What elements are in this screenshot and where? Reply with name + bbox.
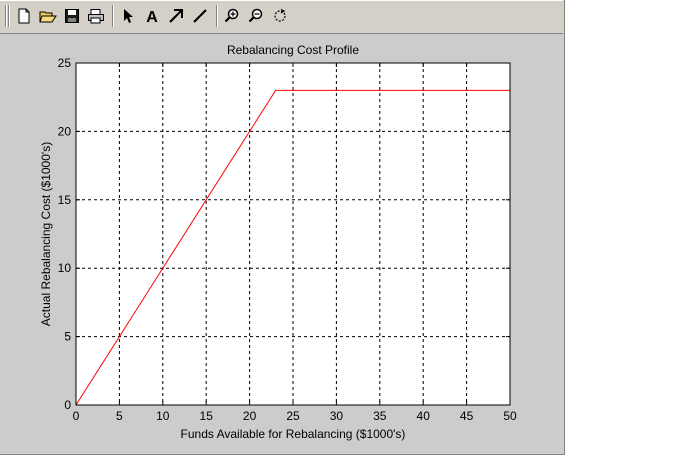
y-tick-label: 10 (58, 261, 72, 275)
figure-canvas: 0 5 10 15 20 25 30 35 40 45 50 0 5 10 15 20 25 Rebalanci… (0, 34, 563, 453)
x-tick-label: 25 (286, 409, 300, 423)
x-tick-label: 35 (373, 409, 387, 423)
rebalancing-cost-chart[interactable]: 0 5 10 15 20 25 30 35 40 45 50 0 5 10 15 20 25 Rebalanci… (0, 34, 563, 453)
open-folder-icon (39, 11, 57, 23)
insert-arrow-icon (169, 9, 183, 23)
open-file-button[interactable] (37, 5, 59, 27)
svg-text:A: A (146, 9, 158, 25)
figure-window: A 0 5 10 15 20 25 30 35 40 45 50 0 5 10 … (0, 0, 565, 455)
rotate-icon (274, 8, 286, 22)
save-button[interactable] (61, 5, 83, 27)
figure-toolbar: A (0, 0, 563, 34)
rotate-button[interactable] (269, 5, 291, 27)
toolbar-grip[interactable] (5, 5, 6, 27)
y-tick-label: 20 (58, 124, 72, 138)
pointer-icon (124, 9, 133, 23)
new-file-button[interactable] (13, 5, 35, 27)
x-tick-label: 45 (460, 409, 474, 423)
zoom-out-button[interactable] (245, 5, 267, 27)
x-tick-label: 10 (156, 409, 170, 423)
y-tick-label: 0 (64, 398, 71, 412)
toolbar-grip[interactable] (8, 5, 9, 27)
toolbar-separator (112, 5, 113, 27)
new-file-icon (18, 8, 30, 24)
chart-title: Rebalancing Cost Profile (227, 43, 359, 57)
x-tick-label: 15 (200, 409, 214, 423)
insert-text-icon: A (146, 9, 158, 25)
save-icon (65, 9, 79, 23)
zoom-in-button[interactable] (221, 5, 243, 27)
print-button[interactable] (85, 5, 107, 27)
zoom-in-icon (224, 8, 239, 23)
x-axis-label: Funds Available for Rebalancing ($1000's… (181, 427, 406, 441)
toolbar-separator (216, 5, 217, 27)
y-tick-label: 15 (58, 193, 72, 207)
x-tick-label: 40 (417, 409, 431, 423)
print-icon (88, 9, 104, 24)
x-tick-label: 0 (73, 409, 80, 423)
x-tick-label: 50 (503, 409, 517, 423)
x-tick-label: 30 (330, 409, 344, 423)
insert-line-icon (193, 9, 207, 23)
y-axis-label: Actual Rebalancing Cost ($1000's) (39, 142, 53, 326)
y-tick-label: 5 (64, 330, 71, 344)
y-tick-label: 25 (58, 56, 72, 70)
select-tool-button[interactable] (117, 5, 139, 27)
line-tool-button[interactable] (189, 5, 211, 27)
x-tick-label: 5 (116, 409, 123, 423)
text-tool-button[interactable]: A (141, 5, 163, 27)
arrow-tool-button[interactable] (165, 5, 187, 27)
x-tick-label: 20 (243, 409, 257, 423)
zoom-out-icon (248, 8, 263, 23)
